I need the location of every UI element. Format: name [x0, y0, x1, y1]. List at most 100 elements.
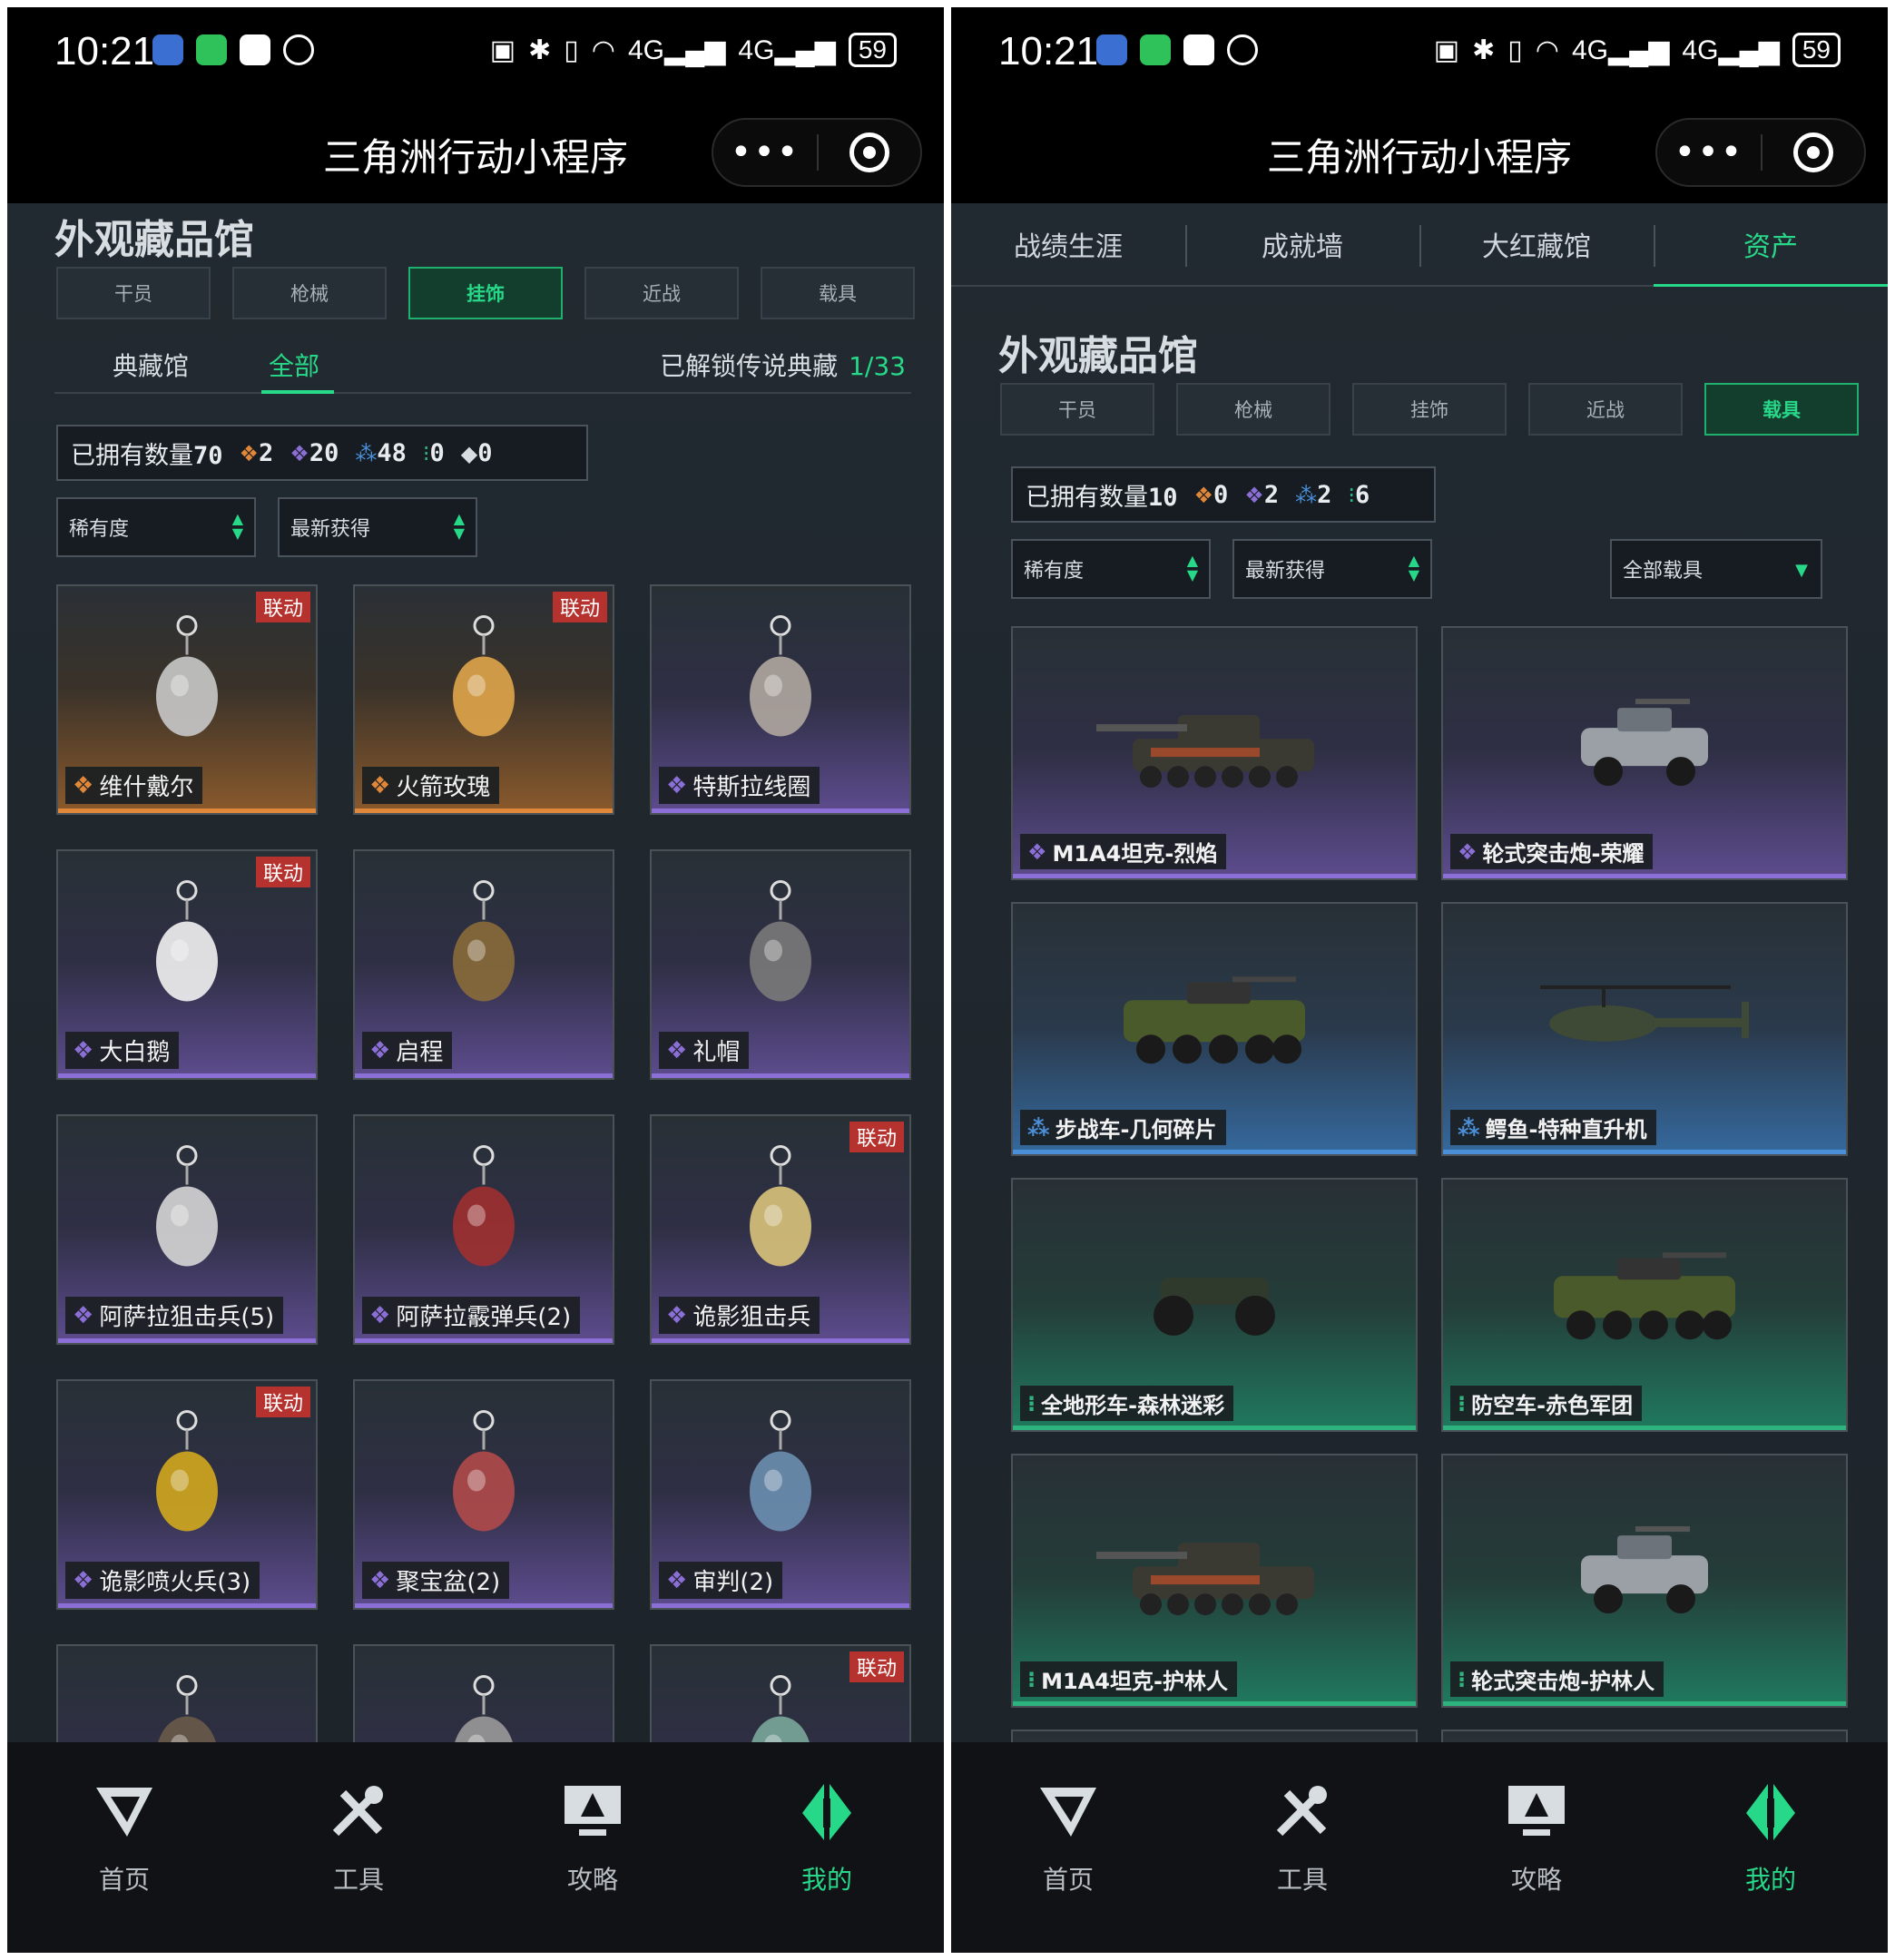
owned-count-box: 已拥有数量10 ❖0 ❖2 ⁂2 ⁝6	[1011, 466, 1436, 523]
rarity-bar	[1443, 1426, 1846, 1430]
close-target-button[interactable]	[819, 132, 920, 172]
orange-diamond-icon: ❖	[1193, 482, 1214, 508]
category-tab[interactable]: 干员	[56, 267, 211, 319]
recent-sort-select[interactable]: 最新获得 ▲ ▼	[1232, 539, 1432, 599]
category-tab[interactable]: 近战	[584, 267, 739, 319]
rarity-diamond-icon: ❖	[369, 1301, 391, 1329]
rarity-bar	[652, 1073, 909, 1078]
charm-name: 火箭玫瑰	[396, 774, 491, 801]
nav-item-profile-logo[interactable]: 我的	[736, 1742, 918, 1953]
charm-image	[726, 613, 835, 753]
vehicle-card[interactable]: ❖ M1A4坦克-烈焰	[1011, 626, 1418, 880]
rarity-bar	[652, 1338, 909, 1343]
mini-program-title-bar: 三角洲行动小程序 •••	[951, 102, 1888, 203]
nav-item-profile-logo[interactable]: 我的	[1680, 1742, 1861, 1953]
vehicle-card[interactable]: ⁂ 步战车-几何碎片	[1011, 902, 1418, 1156]
category-tab[interactable]: 干员	[1000, 383, 1154, 436]
charm-name-label: ❖ 阿萨拉狙击兵(5)	[65, 1297, 284, 1334]
top-tab[interactable]: 成就墙	[1185, 203, 1419, 285]
vehicle-name: 鳄鱼-特种直升机	[1485, 1117, 1647, 1142]
filter-all-tab[interactable]: 全部	[269, 347, 319, 383]
category-tab[interactable]: 枪械	[1176, 383, 1330, 436]
speed-icon	[283, 34, 314, 65]
charm-name-label: ❖ 阿萨拉霰弹兵(2)	[362, 1297, 581, 1334]
charm-name: 聚宝盆(2)	[396, 1569, 501, 1596]
nav-item-tools[interactable]: 工具	[268, 1742, 449, 1953]
charm-name-label: ❖ 维什戴尔	[65, 767, 203, 804]
charm-card[interactable]: ❖ 阿萨拉狙击兵(5)	[56, 1114, 318, 1345]
nav-item-home-logo[interactable]: 首页	[977, 1742, 1159, 1953]
vehicle-type-label: 全部载具	[1623, 560, 1704, 583]
more-button[interactable]: •••	[713, 132, 817, 173]
nav-label: 工具	[332, 1865, 384, 1895]
charm-name-label: ❖ 礼帽	[659, 1032, 750, 1069]
vehicle-image	[1522, 969, 1767, 1073]
guide-monitor-icon	[1503, 1780, 1570, 1847]
recent-sort-label: 最新获得	[1245, 560, 1326, 583]
rarity-sort-select[interactable]: 稀有度 ▲ ▼	[1011, 539, 1211, 599]
charm-card[interactable]: 联动 ❖ 诡影喷火兵(3)	[56, 1379, 318, 1610]
rarity-sort-label: 稀有度	[69, 518, 130, 541]
vehicle-card[interactable]: ❖ 轮式突击炮-荣耀	[1441, 626, 1848, 880]
rarity-diamond-icon: ⁝	[1027, 1390, 1036, 1416]
charm-image	[429, 613, 538, 753]
vehicle-card[interactable]: ⁝ M1A4坦克-护林人	[1011, 1454, 1418, 1708]
top-tab[interactable]: 资产	[1654, 203, 1888, 287]
collab-badge: 联动	[255, 592, 310, 622]
vehicle-card[interactable]: ⁝ 轮式突击炮-护林人	[1441, 1454, 1848, 1708]
bluetooth-icon: ✱	[1472, 34, 1496, 65]
rarity-bar	[1443, 874, 1846, 878]
vibrate-icon: ▯	[1507, 34, 1523, 65]
charm-card[interactable]: ❖ 阿萨拉霰弹兵(2)	[353, 1114, 614, 1345]
vehicle-card[interactable]: ⁂ 鳄鱼-特种直升机	[1441, 902, 1848, 1156]
charm-card[interactable]: 联动 ❖ 维什戴尔	[56, 584, 318, 815]
charm-card[interactable]: ❖ 启程	[353, 849, 614, 1080]
category-tab[interactable]: 近战	[1528, 383, 1683, 436]
top-tab[interactable]: 大红藏馆	[1419, 203, 1654, 285]
nav-item-guide-monitor[interactable]: 攻略	[1446, 1742, 1627, 1953]
category-tab[interactable]: 挂饰	[1352, 383, 1507, 436]
top-tab[interactable]: 战绩生涯	[951, 203, 1185, 285]
vehicle-name: 步战车-几何碎片	[1055, 1117, 1217, 1142]
charm-card[interactable]: 联动	[650, 1644, 911, 1746]
charm-card[interactable]	[353, 1644, 614, 1746]
nav-item-guide-monitor[interactable]: 攻略	[502, 1742, 683, 1953]
vehicle-type-select[interactable]: 全部载具 ▼	[1610, 539, 1822, 599]
charm-card[interactable]: 联动 ❖ 火箭玫瑰	[353, 584, 614, 815]
vehicle-name: 防空车-赤色军团	[1471, 1393, 1634, 1418]
owned-total: 10	[1148, 483, 1178, 512]
owned-orange-count: 0	[1213, 480, 1229, 509]
rarity-bar	[1443, 1701, 1846, 1706]
charm-image	[726, 1408, 835, 1548]
nav-item-home-logo[interactable]: 首页	[34, 1742, 215, 1953]
nav-item-tools[interactable]: 工具	[1212, 1742, 1393, 1953]
charm-name-label: ❖ 大白鹅	[65, 1032, 180, 1069]
charm-card[interactable]: ❖ 礼帽	[650, 849, 911, 1080]
category-tab[interactable]: 挂饰	[408, 267, 563, 319]
rarity-diamond-icon: ❖	[73, 1566, 94, 1594]
recent-sort-select[interactable]: 最新获得 ▲ ▼	[278, 497, 477, 557]
charm-card[interactable]: 联动 ❖ 大白鹅	[56, 849, 318, 1080]
collab-badge: 联动	[849, 1122, 904, 1152]
vehicle-card[interactable]: ⁝ 防空车-赤色军团	[1441, 1178, 1848, 1432]
category-tab[interactable]: 枪械	[232, 267, 387, 319]
rarity-diamond-icon: ❖	[1458, 838, 1478, 865]
vehicle-card[interactable]: ⁝ 全地形车-森林迷彩	[1011, 1178, 1418, 1432]
rarity-diamond-icon: ❖	[369, 1036, 391, 1064]
rarity-sort-select[interactable]: 稀有度 ▲ ▼	[56, 497, 256, 557]
charm-card[interactable]: 联动 ❖ 诡影狙击兵	[650, 1114, 911, 1345]
category-tabs: 干员 枪械 挂饰 近战 载具	[56, 267, 915, 319]
charm-card[interactable]: ❖ 聚宝盆(2)	[353, 1379, 614, 1610]
charm-name: 特斯拉线圈	[692, 774, 811, 801]
rarity-diamond-icon: ⁝	[1027, 1666, 1036, 1692]
charm-card[interactable]: ❖ 审判(2)	[650, 1379, 911, 1610]
category-tab[interactable]: 载具	[761, 267, 915, 319]
vibrate-icon: ▯	[564, 34, 579, 65]
collection-hall-tab[interactable]: 典藏馆	[113, 347, 189, 383]
close-target-button[interactable]	[1762, 132, 1864, 172]
more-button[interactable]: •••	[1657, 132, 1761, 173]
charm-card[interactable]: ❖ 特斯拉线圈	[650, 584, 911, 815]
category-tab[interactable]: 载具	[1704, 383, 1859, 436]
rarity-bar	[58, 1338, 316, 1343]
charm-card[interactable]	[56, 1644, 318, 1746]
